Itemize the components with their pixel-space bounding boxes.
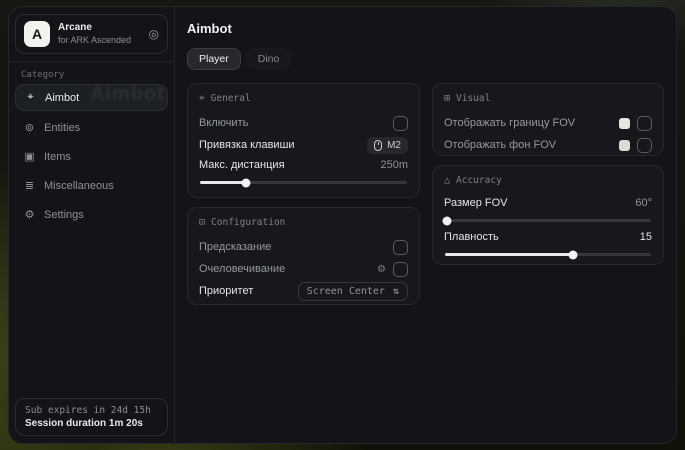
general-card: ⌖ General Включить Привязка клавиши M2 bbox=[187, 83, 420, 198]
humanization-checkbox[interactable] bbox=[393, 262, 408, 277]
box-icon: ▣ bbox=[23, 150, 36, 163]
enable-checkbox[interactable] bbox=[393, 116, 408, 131]
prediction-checkbox[interactable] bbox=[393, 240, 408, 255]
sidebar-item-settings[interactable]: ⚙ Settings bbox=[15, 202, 168, 227]
sidebar-item-label: Miscellaneous bbox=[44, 180, 114, 192]
tab-bar: Player Dino bbox=[187, 48, 664, 70]
logo-card: A Arcane for ARK Ascended ◎ bbox=[15, 14, 168, 54]
priority-select[interactable]: Screen Center ⇅ bbox=[298, 282, 408, 301]
max-distance-label: Макс. дистанция bbox=[199, 159, 285, 171]
target-icon[interactable]: ◎ bbox=[149, 27, 159, 41]
keybind-row: Привязка клавиши M2 bbox=[199, 134, 408, 156]
enable-label: Включить bbox=[199, 117, 248, 129]
accuracy-card: △ Accuracy Размер FOV 60° Плавность 15 bbox=[432, 165, 664, 265]
enable-row: Включить bbox=[199, 112, 408, 134]
subscription-expiry: Sub expires in 24d 15h bbox=[25, 405, 158, 416]
fov-size-slider[interactable] bbox=[445, 219, 651, 222]
max-distance-slider[interactable] bbox=[200, 181, 407, 184]
sidebar-item-items[interactable]: ▣ Items bbox=[15, 144, 168, 169]
sidebar-item-label: Aimbot bbox=[45, 92, 79, 104]
fov-size-row: Размер FOV 60° bbox=[444, 194, 652, 212]
fov-size-label: Размер FOV bbox=[444, 197, 507, 209]
humanization-label: Очеловечивание bbox=[199, 263, 285, 275]
fov-background-checkbox[interactable] bbox=[637, 138, 652, 153]
sidebar-item-entities[interactable]: ⊚ Entities bbox=[15, 115, 168, 140]
fov-background-label: Отображать фон FOV bbox=[444, 139, 556, 151]
fov-border-color-swatch[interactable] bbox=[619, 118, 630, 129]
sidebar-item-label: Settings bbox=[44, 209, 84, 221]
smoothness-slider[interactable] bbox=[445, 253, 651, 256]
fov-border-checkbox[interactable] bbox=[637, 116, 652, 131]
keybind-label: Привязка клавиши bbox=[199, 139, 295, 151]
app-logo: A bbox=[24, 21, 50, 47]
humanization-row: Очеловечивание ⚙ bbox=[199, 258, 408, 280]
page-title: Aimbot bbox=[187, 21, 664, 36]
mouse-icon bbox=[374, 140, 382, 151]
triangle-icon: △ bbox=[444, 175, 450, 186]
sliders-icon: ≣ bbox=[23, 179, 36, 192]
smoothness-label: Плавность bbox=[444, 231, 499, 243]
priority-row: Приоритет Screen Center ⇅ bbox=[199, 280, 408, 302]
priority-value: Screen Center bbox=[307, 286, 385, 297]
section-title-accuracy: Accuracy bbox=[456, 175, 502, 186]
keybind-value: M2 bbox=[387, 140, 401, 151]
session-duration: Session duration 1m 20s bbox=[25, 418, 158, 429]
smoothness-value: 15 bbox=[640, 231, 652, 243]
sidebar-item-label: Entities bbox=[44, 122, 80, 134]
tune-icon: ⊡ bbox=[199, 217, 205, 228]
section-title-visual: Visual bbox=[456, 93, 490, 104]
aimbot-ghost-text: Aimbot bbox=[90, 83, 165, 106]
tab-player[interactable]: Player bbox=[187, 48, 241, 70]
section-title-general: General bbox=[211, 93, 251, 104]
sidebar: A Arcane for ARK Ascended ◎ Category ⌖ A… bbox=[9, 7, 175, 443]
priority-label: Приоритет bbox=[199, 285, 253, 297]
max-distance-value: 250m bbox=[380, 159, 408, 171]
app-title: Arcane bbox=[58, 22, 141, 35]
prediction-row: Предсказание bbox=[199, 236, 408, 258]
visual-card: ⊞ Visual Отображать границу FOV Отобража… bbox=[432, 83, 664, 156]
prediction-label: Предсказание bbox=[199, 241, 271, 253]
sidebar-item-miscellaneous[interactable]: ≣ Miscellaneous bbox=[15, 173, 168, 198]
app-window: A Arcane for ARK Ascended ◎ Category ⌖ A… bbox=[8, 6, 677, 444]
slider-thumb[interactable] bbox=[241, 178, 250, 187]
crosshair-icon: ⌖ bbox=[24, 91, 37, 104]
max-distance-row: Макс. дистанция 250m bbox=[199, 156, 408, 174]
session-info-card: Sub expires in 24d 15h Session duration … bbox=[15, 398, 168, 436]
section-title-configuration: Configuration bbox=[211, 217, 285, 228]
fov-background-color-swatch[interactable] bbox=[619, 140, 630, 151]
slider-thumb[interactable] bbox=[568, 250, 577, 259]
grid-icon: ⊞ bbox=[444, 93, 450, 104]
fov-size-value: 60° bbox=[635, 197, 652, 209]
configuration-card: ⊡ Configuration Предсказание Очеловечива… bbox=[187, 207, 420, 305]
fov-background-row: Отображать фон FOV bbox=[444, 134, 652, 156]
scan-icon: ⊚ bbox=[23, 121, 36, 134]
sidebar-item-label: Items bbox=[44, 151, 71, 163]
tab-dino[interactable]: Dino bbox=[246, 48, 292, 70]
crosshair-icon: ⌖ bbox=[199, 93, 205, 104]
sidebar-item-aimbot[interactable]: ⌖ Aimbot Aimbot bbox=[15, 84, 168, 111]
slider-thumb[interactable] bbox=[443, 216, 452, 225]
main-content: Aimbot Player Dino ⌖ General Включить bbox=[175, 7, 676, 443]
category-label: Category bbox=[9, 62, 174, 84]
smoothness-row: Плавность 15 bbox=[444, 228, 652, 246]
sidebar-nav: ⌖ Aimbot Aimbot ⊚ Entities ▣ Items ≣ Mis… bbox=[9, 84, 174, 227]
keybind-button[interactable]: M2 bbox=[367, 137, 408, 154]
game-overlay-background: { "icons": { "aimbot": "⌖", "entities": … bbox=[0, 0, 685, 450]
gear-icon: ⚙ bbox=[23, 208, 36, 221]
sort-arrows-icon: ⇅ bbox=[393, 286, 399, 297]
app-subtitle: for ARK Ascended bbox=[58, 35, 141, 46]
fov-border-row: Отображать границу FOV bbox=[444, 112, 652, 134]
gear-icon[interactable]: ⚙ bbox=[377, 264, 386, 275]
fov-border-label: Отображать границу FOV bbox=[444, 117, 575, 129]
